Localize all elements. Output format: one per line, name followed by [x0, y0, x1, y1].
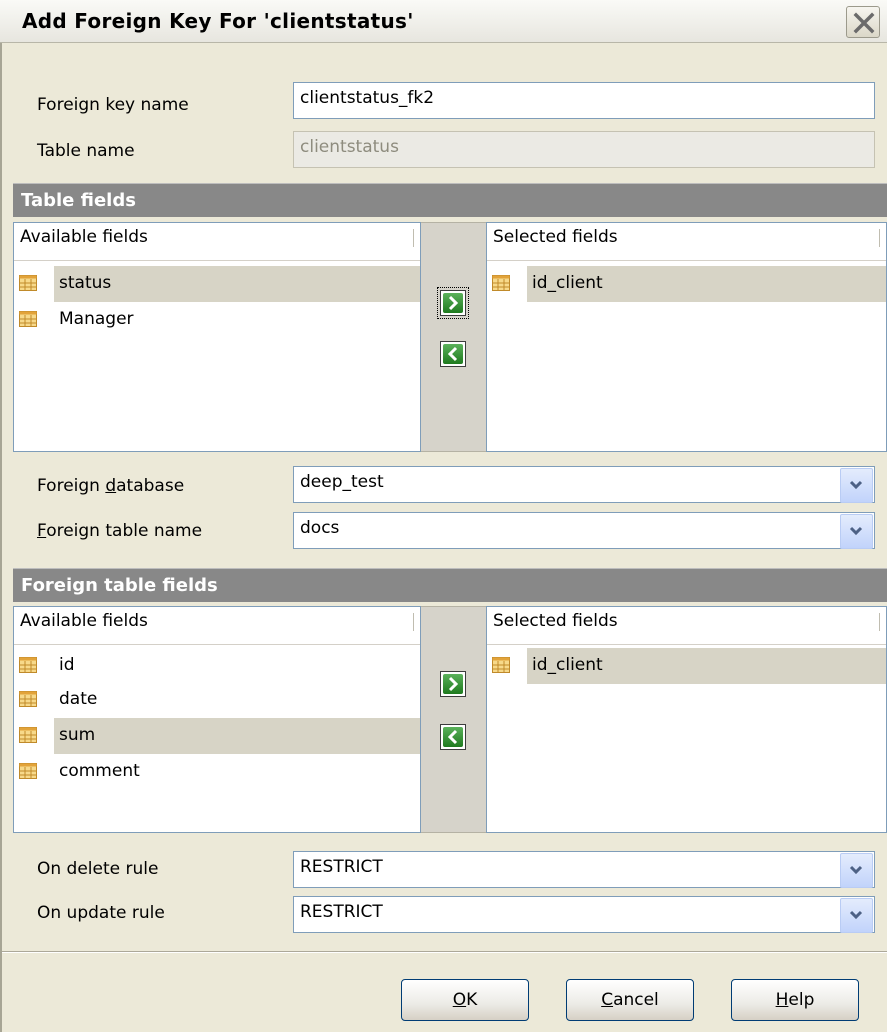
foreign-transfer-buttons-panel: [421, 606, 486, 833]
foreign-table-select[interactable]: docs: [293, 512, 875, 549]
foreign-database-value: deep_test: [300, 472, 384, 492]
table-field-icon: [19, 275, 37, 291]
arrow-right-icon: [448, 676, 459, 692]
on-update-label: On update rule: [37, 903, 165, 923]
list-item-sum[interactable]: sum: [14, 718, 420, 754]
field-name: id_client: [532, 273, 603, 293]
close-icon: [853, 12, 875, 34]
foreign-available-list[interactable]: Available fields id date sum comment: [13, 606, 421, 833]
table-field-icon: [492, 275, 510, 291]
cancel-button[interactable]: Cancel: [566, 979, 694, 1021]
on-delete-value: RESTRICT: [300, 857, 383, 877]
foreign-selected-list[interactable]: Selected fields id_client: [486, 606, 887, 833]
list-header[interactable]: Selected fields: [487, 223, 886, 261]
add-foreign-field-button[interactable]: [440, 671, 466, 697]
close-button[interactable]: [846, 6, 880, 38]
selected-fields-header: Selected fields: [493, 227, 618, 247]
selected-fields-header: Selected fields: [493, 611, 618, 631]
available-fields-header: Available fields: [20, 611, 148, 631]
list-item-comment[interactable]: comment: [14, 754, 420, 790]
on-delete-dropdown-button[interactable]: [840, 853, 873, 888]
table-field-icon: [19, 727, 37, 743]
transfer-buttons-panel: [421, 222, 486, 452]
foreign-table-value: docs: [300, 518, 340, 538]
list-header[interactable]: Available fields: [14, 223, 420, 261]
field-name: comment: [59, 761, 140, 781]
arrow-left-icon: [447, 346, 458, 362]
table-available-list[interactable]: Available fields status Manager: [13, 222, 421, 452]
on-update-select[interactable]: RESTRICT: [293, 896, 875, 933]
table-selected-list[interactable]: Selected fields id_client: [486, 222, 887, 452]
table-name-input: clientstatus: [293, 131, 875, 168]
remove-foreign-field-button[interactable]: [440, 724, 466, 750]
on-update-value: RESTRICT: [300, 902, 383, 922]
fk-name-input[interactable]: clientstatus_fk2: [293, 82, 875, 119]
list-item-status[interactable]: status: [14, 266, 420, 302]
on-delete-label: On delete rule: [37, 859, 159, 879]
foreign-database-label: Foreign database: [37, 476, 185, 496]
fk-name-label: Foreign key name: [37, 95, 189, 115]
arrow-left-icon: [447, 729, 458, 745]
section-table-fields: Table fields: [13, 183, 887, 217]
list-item-id-client[interactable]: id_client: [487, 648, 886, 684]
list-item-id-client[interactable]: id_client: [487, 266, 886, 302]
foreign-table-dropdown-button[interactable]: [840, 514, 873, 549]
arrow-right-icon: [448, 295, 459, 311]
table-field-icon: [19, 311, 37, 327]
on-update-dropdown-button[interactable]: [840, 898, 873, 933]
foreign-table-label: Foreign table name: [37, 521, 203, 541]
chevron-down-icon: [849, 865, 863, 875]
add-field-button[interactable]: [437, 287, 469, 319]
field-name: id: [59, 655, 75, 675]
section-foreign-table-fields: Foreign table fields: [13, 568, 887, 602]
help-button[interactable]: Help: [731, 979, 859, 1021]
table-field-icon: [19, 657, 37, 673]
field-name: status: [59, 273, 112, 293]
foreign-database-select[interactable]: deep_test: [293, 466, 875, 503]
field-name: Manager: [59, 309, 134, 329]
list-item-date[interactable]: date: [14, 682, 420, 718]
on-delete-select[interactable]: RESTRICT: [293, 851, 875, 888]
list-item-id[interactable]: id: [14, 648, 420, 684]
footer-divider: [2, 951, 887, 953]
list-header[interactable]: Available fields: [14, 607, 420, 645]
chevron-down-icon: [849, 910, 863, 920]
list-item-manager[interactable]: Manager: [14, 302, 420, 338]
foreign-database-dropdown-button[interactable]: [840, 468, 873, 503]
table-field-icon: [19, 763, 37, 779]
field-name: sum: [59, 725, 96, 745]
window-frame: [0, 43, 2, 1032]
field-name: date: [59, 689, 98, 709]
ok-button[interactable]: OK: [401, 979, 529, 1021]
table-field-icon: [492, 657, 510, 673]
table-name-label: Table name: [37, 141, 135, 161]
list-header[interactable]: Selected fields: [487, 607, 886, 645]
remove-field-button[interactable]: [440, 341, 466, 367]
available-fields-header: Available fields: [20, 227, 148, 247]
chevron-down-icon: [849, 526, 863, 536]
field-name: id_client: [532, 655, 603, 675]
table-field-icon: [19, 691, 37, 707]
window-title: Add Foreign Key For 'clientstatus': [22, 9, 414, 33]
chevron-down-icon: [849, 480, 863, 490]
